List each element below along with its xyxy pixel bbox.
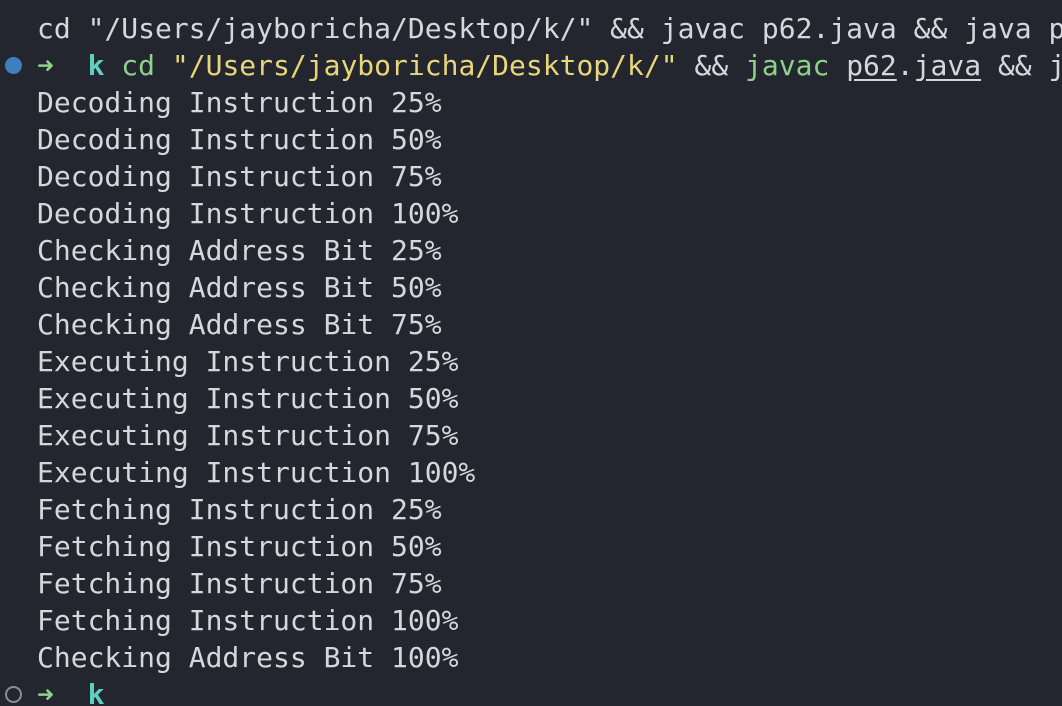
final-prompt-directory: k (87, 678, 105, 706)
command-cd: cd (121, 49, 156, 82)
final-prompt-content: ➜ k (37, 676, 104, 706)
output-text: Decoding Instruction 50% (37, 123, 442, 156)
output-text: Executing Instruction 75% (37, 419, 459, 452)
command-tail: j (1048, 49, 1062, 82)
output-text: Checking Address Bit 100% (37, 641, 459, 674)
terminal-window[interactable]: cd "/Users/jayboricha/Desktop/k/" && jav… (0, 0, 1062, 706)
output-text: Decoding Instruction 75% (37, 160, 442, 193)
output-text: Checking Address Bit 25% (37, 234, 442, 267)
output-text: Decoding Instruction 100% (37, 197, 459, 230)
command-file-dot: . (896, 49, 914, 82)
output-text: Executing Instruction 50% (37, 382, 459, 415)
output-text: Fetching Instruction 50% (37, 530, 442, 563)
command-javac: javac (745, 49, 830, 82)
output-text: Fetching Instruction 25% (37, 493, 442, 526)
command-echo: cd "/Users/jayboricha/Desktop/k/" && jav… (37, 12, 1062, 45)
prompt-status-dot[interactable] (5, 686, 22, 703)
final-prompt-line[interactable]: ➜ k (0, 676, 104, 706)
output-text: Fetching Instruction 100% (37, 604, 459, 637)
command-status-dot[interactable] (5, 57, 22, 74)
command-and-2: && (997, 49, 1032, 82)
prompt-arrow-icon: ➜ (37, 49, 54, 82)
final-prompt-arrow-icon: ➜ (37, 678, 54, 706)
command-echo-line: cd "/Users/jayboricha/Desktop/k/" && jav… (0, 10, 1062, 47)
output-text: Decoding Instruction 25% (37, 86, 442, 119)
prompt-line: ➜ k cd "/Users/jayboricha/Desktop/k/" &&… (0, 47, 1062, 84)
output-text: Fetching Instruction 75% (37, 567, 442, 600)
command-path: "/Users/jayboricha/Desktop/k/" (171, 49, 678, 82)
output-text: Executing Instruction 100% (37, 456, 476, 489)
prompt-directory: k (87, 49, 105, 82)
command-file-name[interactable]: p62 (846, 49, 897, 82)
output-text: Executing Instruction 25% (37, 345, 459, 378)
output-text: Checking Address Bit 75% (37, 308, 442, 341)
prompt-content: ➜ k cd "/Users/jayboricha/Desktop/k/" &&… (37, 47, 1062, 84)
command-and-1: && (694, 49, 729, 82)
output-text: Checking Address Bit 50% (37, 271, 442, 304)
command-file-ext[interactable]: java (914, 49, 981, 82)
